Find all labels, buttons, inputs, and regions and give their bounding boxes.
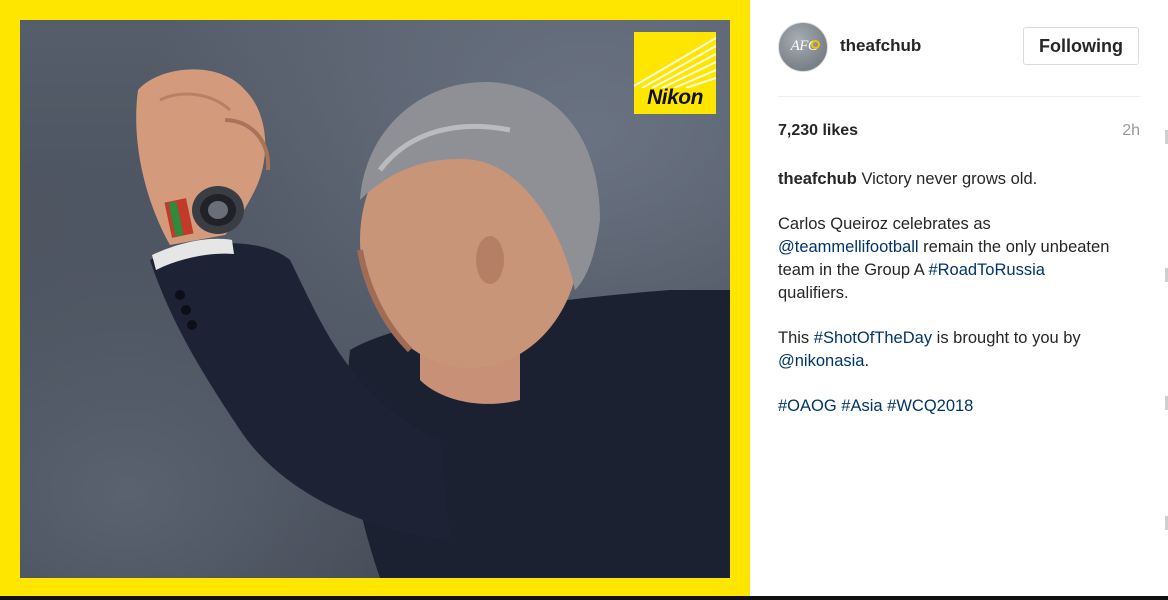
caption-paragraph-2: Carlos Queiroz celebrates as @teammellif…: [778, 213, 1118, 305]
caption-text-1: Victory never grows old.: [861, 170, 1038, 188]
caption-text-2a: Carlos Queiroz celebrates as: [778, 215, 991, 233]
post-media[interactable]: Nikon: [0, 0, 750, 600]
post-caption: theafchub Victory never grows old. Carlo…: [778, 168, 1118, 440]
post-header: AFC theafchub Following: [778, 20, 1140, 97]
mention-nikonasia[interactable]: @nikonasia: [778, 352, 864, 370]
photo-illustration: [136, 69, 730, 578]
post-stats: 7,230 likes 2h: [778, 122, 1140, 144]
caption-text-3b: is brought to you by: [936, 329, 1081, 347]
bottom-edge: [0, 596, 1168, 600]
avatar-text: AFC: [790, 38, 818, 54]
caption-text-3a: This: [778, 329, 810, 347]
username-link[interactable]: theafchub: [840, 36, 921, 56]
caption-line-1: theafchub Victory never grows old.: [778, 168, 1118, 191]
hashtag-wcq2018[interactable]: #WCQ2018: [887, 397, 973, 415]
caption-paragraph-3: This #ShotOfTheDay is brought to you by …: [778, 327, 1118, 373]
post-panel: AFC theafchub Following 7,230 likes 2h t…: [750, 0, 1168, 600]
mention-teammellifootball[interactable]: @teammellifootball: [778, 238, 919, 256]
post-time[interactable]: 2h: [1122, 122, 1140, 140]
following-button[interactable]: Following: [1023, 27, 1139, 65]
caption-text-2c: qualifiers.: [778, 284, 849, 302]
afc-ring-icon: [811, 40, 820, 49]
caption-text-3c: .: [864, 352, 870, 370]
nikon-logo-text: Nikon: [647, 86, 703, 109]
hashtag-shotoftheday[interactable]: #ShotOfTheDay: [814, 329, 932, 347]
hashtag-asia[interactable]: #Asia: [841, 397, 882, 415]
caption-username[interactable]: theafchub: [778, 170, 857, 188]
caption-tags: #OAOG #Asia #WCQ2018: [778, 395, 1118, 418]
hashtag-oaog[interactable]: #OAOG: [778, 397, 837, 415]
likes-count[interactable]: 7,230 likes: [778, 122, 858, 140]
avatar[interactable]: AFC: [778, 22, 828, 72]
nikon-logo: Nikon: [634, 32, 716, 114]
post-photo[interactable]: Nikon: [20, 20, 730, 578]
hashtag-roadtorussia[interactable]: #RoadToRussia: [928, 261, 1044, 279]
